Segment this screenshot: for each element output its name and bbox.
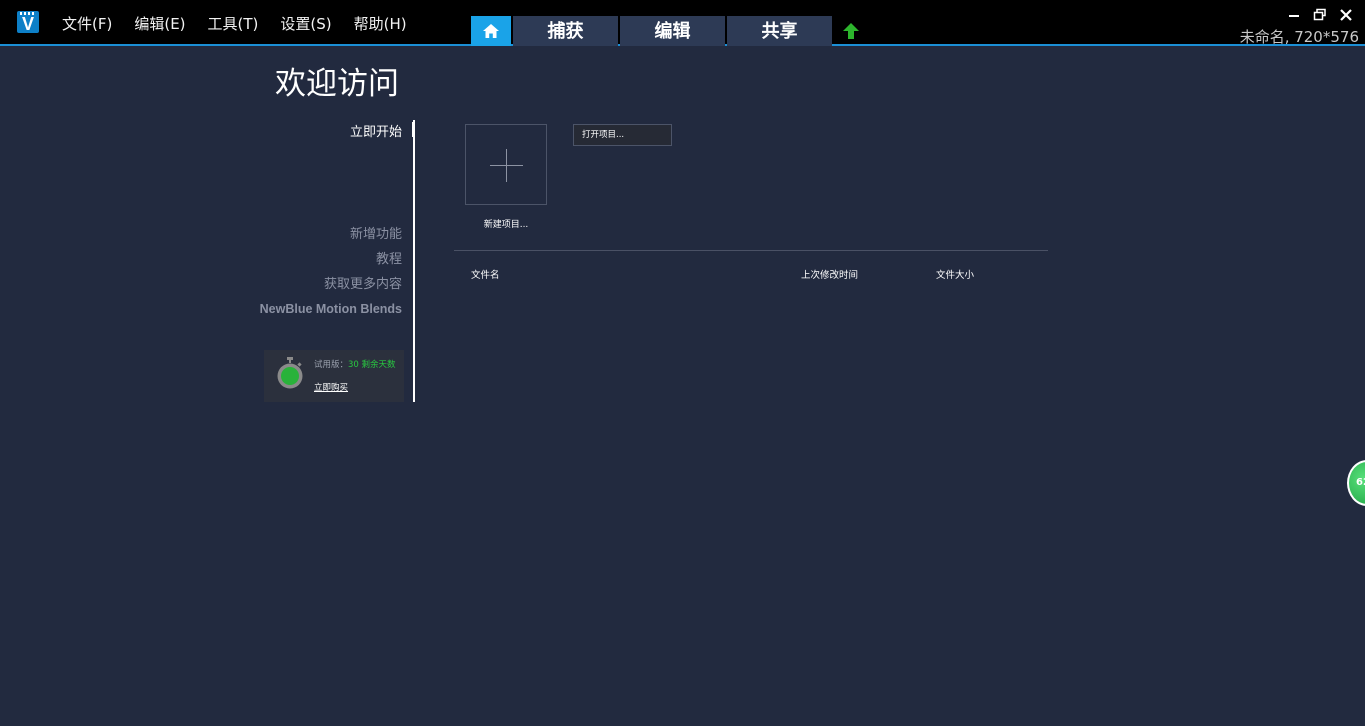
menu-bar: 文件(F) 编辑(E) 工具(T) 设置(S) 帮助(H)	[62, 13, 407, 34]
active-indicator	[412, 122, 415, 137]
trial-label: 试用版：	[314, 360, 349, 370]
top-bar: V 文件(F) 编辑(E) 工具(T) 设置(S) 帮助(H) 捕获 编辑 共享	[0, 0, 1365, 46]
restore-icon[interactable]	[1313, 8, 1327, 22]
document-info: 未命名, 720*576	[1239, 28, 1359, 46]
open-project-button[interactable]: 打开项目...	[573, 124, 672, 146]
nav-get-more[interactable]: 获取更多内容	[260, 272, 402, 297]
nav-get-started[interactable]: 立即开始	[350, 120, 402, 145]
mode-tabs: 捕获 编辑 共享	[471, 16, 832, 46]
trial-status: 试用版：30 剩余天数	[314, 360, 400, 370]
column-file-name[interactable]: 文件名	[471, 267, 500, 281]
nav-group: 新增功能 教程 获取更多内容 NewBlue Motion Blends	[260, 222, 402, 322]
close-icon[interactable]	[1339, 8, 1353, 22]
tab-edit[interactable]: 编辑	[620, 16, 725, 46]
stopwatch-icon	[277, 357, 303, 389]
new-project-button[interactable]	[465, 124, 547, 205]
menu-settings[interactable]: 设置(S)	[280, 13, 331, 34]
menu-tools[interactable]: 工具(T)	[208, 13, 259, 34]
minimize-icon[interactable]	[1287, 8, 1301, 22]
menu-edit[interactable]: 编辑(E)	[134, 13, 185, 34]
nav-divider	[412, 120, 415, 402]
trial-days: 30 剩余天数	[348, 360, 396, 370]
tab-capture[interactable]: 捕获	[513, 16, 618, 46]
page-title: 欢迎访问	[275, 66, 399, 102]
new-project-label: 新建项目...	[483, 220, 529, 230]
menu-help[interactable]: 帮助(H)	[354, 13, 407, 34]
tab-share[interactable]: 共享	[727, 16, 832, 46]
column-last-modified[interactable]: 上次修改时间	[801, 267, 858, 281]
nav-tutorials[interactable]: 教程	[260, 247, 402, 272]
home-icon	[483, 24, 499, 38]
menu-file[interactable]: 文件(F)	[62, 13, 112, 34]
column-file-size[interactable]: 文件大小	[936, 267, 974, 281]
file-list-divider	[454, 250, 1048, 251]
tab-home[interactable]	[471, 16, 511, 46]
nav-whats-new[interactable]: 新增功能	[260, 222, 402, 247]
app-logo: V	[17, 11, 39, 34]
up-arrow-icon[interactable]	[842, 22, 860, 40]
buy-now-link[interactable]: 立即购买	[314, 381, 348, 393]
window-controls	[1287, 8, 1353, 22]
floating-badge[interactable]: 62	[1347, 460, 1365, 506]
nav-newblue[interactable]: NewBlue Motion Blends	[260, 297, 402, 322]
